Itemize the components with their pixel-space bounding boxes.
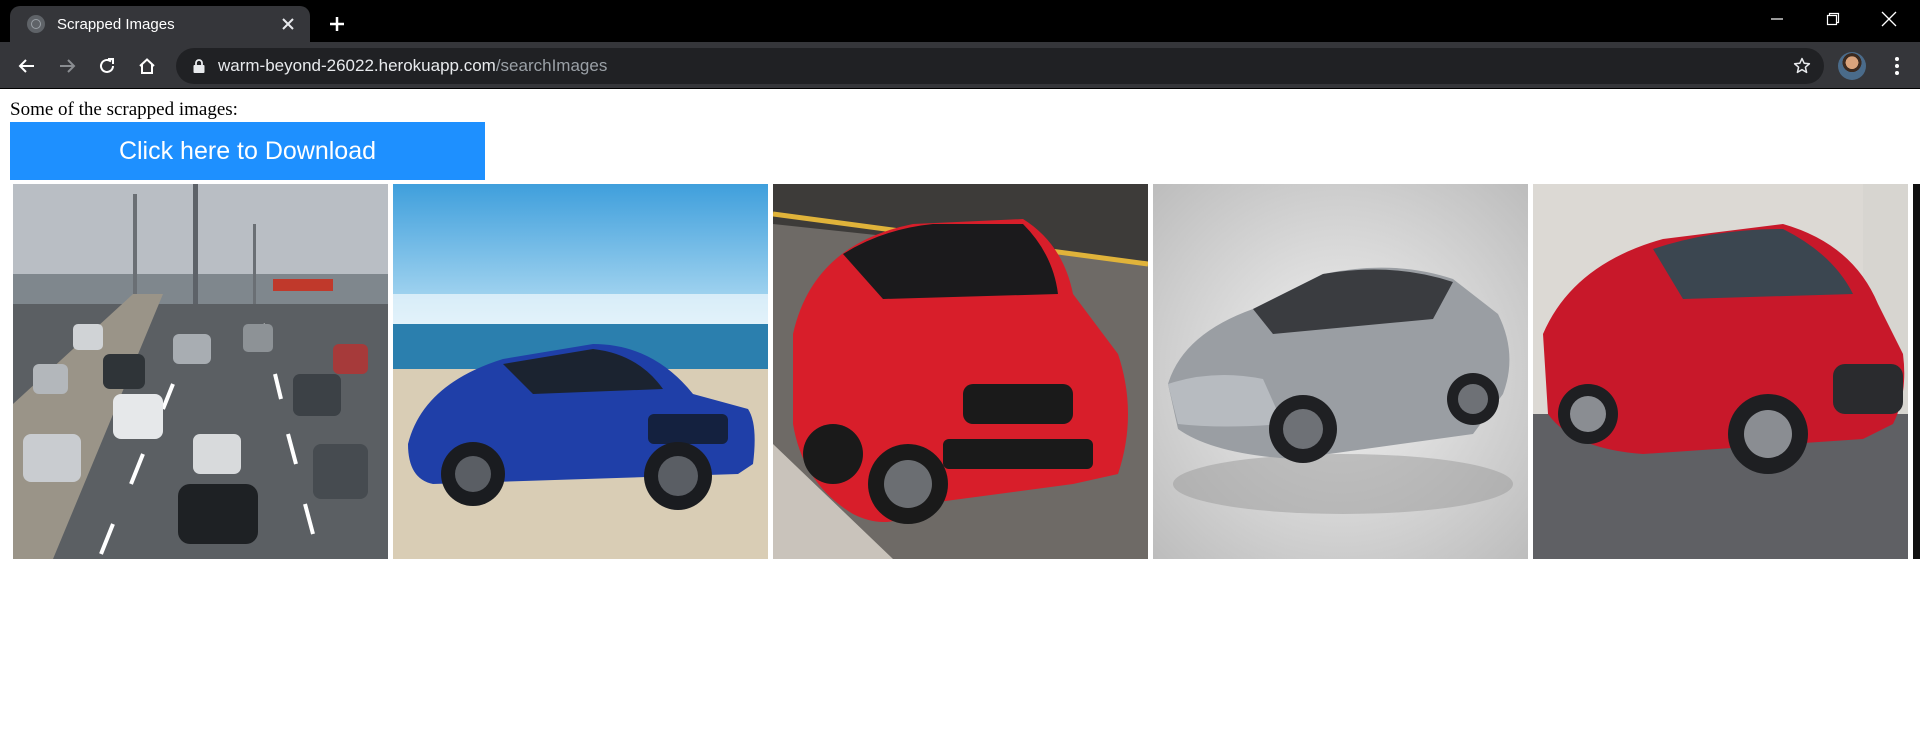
close-window-icon[interactable]: [1866, 0, 1912, 38]
download-button[interactable]: Click here to Download: [10, 122, 485, 180]
browser-toolbar: warm-beyond-26022.herokuapp.com/searchIm…: [0, 42, 1920, 89]
page-content: Some of the scrapped images: Click here …: [0, 89, 1920, 748]
new-tab-icon[interactable]: [322, 9, 352, 39]
url-host: warm-beyond-26022.herokuapp.com: [218, 56, 496, 75]
back-arrow-icon[interactable]: [10, 49, 44, 83]
kebab-menu-icon[interactable]: [1880, 49, 1914, 83]
scraped-image-blue-sedan-beach[interactable]: [393, 184, 768, 559]
home-icon[interactable]: [130, 49, 164, 83]
browser-tab[interactable]: Scrapped Images: [10, 6, 310, 42]
lock-icon[interactable]: [190, 57, 208, 75]
forward-arrow-icon[interactable]: [50, 49, 84, 83]
scraped-image-highway-traffic[interactable]: [13, 184, 388, 559]
profile-avatar[interactable]: [1838, 52, 1866, 80]
intro-text: Some of the scrapped images:: [10, 99, 238, 120]
scraped-image-silver-concept-sedan[interactable]: [1153, 184, 1528, 559]
minimize-icon[interactable]: [1754, 0, 1800, 38]
restore-icon[interactable]: [1810, 0, 1856, 38]
tab-close-icon[interactable]: [276, 12, 300, 36]
url-text[interactable]: warm-beyond-26022.herokuapp.com/searchIm…: [218, 48, 607, 84]
address-bar[interactable]: warm-beyond-26022.herokuapp.com/searchIm…: [176, 48, 1824, 84]
browser-title-bar: Scrapped Images: [0, 0, 1920, 42]
tab-title: Scrapped Images: [57, 15, 175, 33]
scraped-image-red-sedan[interactable]: [1533, 184, 1908, 559]
scraped-image-partial[interactable]: [1913, 184, 1920, 559]
bookmark-star-icon[interactable]: [1788, 52, 1816, 80]
scraped-image-red-sports-sedan[interactable]: [773, 184, 1148, 559]
image-gallery: [13, 184, 1920, 559]
globe-icon: [27, 15, 45, 33]
reload-icon[interactable]: [90, 49, 124, 83]
url-path: /searchImages: [495, 56, 608, 75]
